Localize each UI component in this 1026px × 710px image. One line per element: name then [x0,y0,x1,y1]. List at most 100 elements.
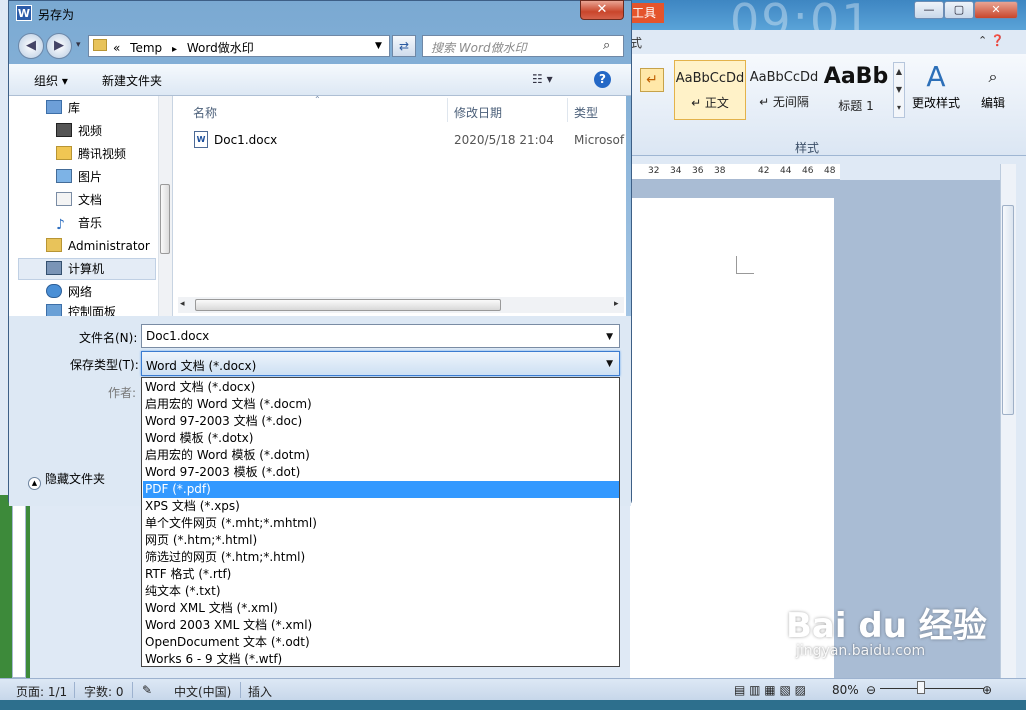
filetype-option[interactable]: 筛选过的网页 (*.htm;*.html) [143,549,619,566]
nav-item-administrator[interactable]: Administrator [46,235,150,257]
horizontal-scroll-thumb[interactable] [195,299,501,311]
filetype-option[interactable]: Word 97-2003 文档 (*.doc) [143,413,619,430]
address-dropdown-icon[interactable]: ▼ [375,41,382,51]
style-normal[interactable]: AaBbCcDd ↵ 正文 [674,60,746,120]
filetype-option[interactable]: Word 文档 (*.docx) [143,379,619,396]
filename-field[interactable]: Doc1.docx ▼ [141,324,620,348]
maximize-button[interactable]: ▢ [944,1,974,19]
margin-corner-mark [736,256,754,274]
filetype-option[interactable]: Word 97-2003 模板 (*.dot) [143,464,619,481]
breadcrumb-temp[interactable]: Temp [130,41,162,55]
filetype-option[interactable]: 单个文件网页 (*.mht;*.mhtml) [143,515,619,532]
change-styles-icon: A [926,60,946,93]
recent-pages-icon[interactable]: ▾ [76,40,81,50]
zoom-slider-thumb[interactable] [917,681,925,694]
refresh-button[interactable]: ⇄ [392,35,416,57]
nav-item-pictures[interactable]: 图片 [56,166,102,188]
organize-button[interactable]: 组织 ▾ [34,72,68,89]
nav-scroll-thumb[interactable] [160,184,170,254]
zoom-in-icon[interactable]: ⊕ [982,683,992,697]
filetype-option[interactable]: 网页 (*.htm;*.html) [143,532,619,549]
styles-scroll-icon[interactable]: ▲ ▼ ▾ [893,62,905,118]
address-bar[interactable]: « Temp ▸ Word做水印 ▼ [88,35,390,57]
vertical-scroll-thumb[interactable] [1002,205,1014,415]
nav-item-video[interactable]: 视频 [56,120,102,142]
search-input[interactable]: 搜索 Word做水印 ⌕ [422,35,624,57]
view-options-icon[interactable]: ☷ ▾ [532,72,553,86]
view-buttons-icon[interactable]: ▤ ▥ ▦ ▧ ▨ [734,683,806,697]
breadcrumb-separator-icon[interactable]: ▸ [172,44,177,55]
nav-item-network[interactable]: 网络 [46,281,92,303]
zoom-slider[interactable] [880,688,984,689]
filetype-option[interactable]: Word 模板 (*.dotx) [143,430,619,447]
search-icon[interactable]: ⌕ [603,38,610,53]
filetype-option[interactable]: 纯文本 (*.txt) [143,583,619,600]
style-no-spacing[interactable]: AaBbCcDd ↵ 无间隔 [748,60,820,120]
breadcrumb-overflow[interactable]: « [113,41,120,55]
style-preview: AaBbCcDd [675,71,745,86]
style-caption: ↵ 无间隔 [759,95,809,109]
tools-tab[interactable]: 工具 [630,3,664,23]
column-header-type[interactable]: 类型 [574,104,598,121]
help-icon[interactable]: ? [594,71,611,88]
column-divider[interactable] [567,98,568,122]
filetype-option[interactable]: XPS 文档 (*.xps) [143,498,619,515]
filetype-option[interactable]: Word 2003 XML 文档 (*.xml) [143,617,619,634]
collapse-icon: ▲ [28,477,41,490]
hide-folders-button[interactable]: ▲ 隐藏文件夹 [28,470,105,490]
nav-item-label: 文档 [78,193,103,207]
zoom-level[interactable]: 80% [832,683,859,697]
filetype-option[interactable]: OpenDocument 文本 (*.odt) [143,634,619,651]
author-label: 作者: [108,386,137,400]
filetype-option[interactable]: RTF 格式 (*.rtf) [143,566,619,583]
control-panel-icon [46,304,62,316]
filetype-option[interactable]: Word XML 文档 (*.xml) [143,600,619,617]
column-divider[interactable] [447,98,448,122]
language[interactable]: 中文(中国) [174,683,231,700]
edit-button[interactable]: ⌕ 编辑 [970,60,1016,130]
nav-item-tencent-video[interactable]: 腾讯视频 [56,143,126,165]
word-document-icon: W [194,131,208,148]
breadcrumb-current[interactable]: Word做水印 [187,41,254,55]
status-bar: 页面: 1/1 字数: 0 ✎ 中文(中国) 插入 ▤ ▥ ▦ ▧ ▨ 80% … [0,678,1026,700]
nav-item-label: Administrator [68,239,150,253]
chevron-down-icon[interactable]: ▼ [606,359,613,369]
file-modified: 2020/5/18 21:04 [454,133,554,147]
change-styles-button[interactable]: A 更改样式 [908,60,964,130]
column-header-modified[interactable]: 修改日期 [454,104,502,121]
style-preview: AaBb [823,64,889,89]
scroll-left-icon[interactable]: ◂ [180,299,185,309]
zoom-out-icon[interactable]: ⊖ [866,683,876,697]
filetype-option[interactable]: 启用宏的 Word 文档 (*.docm) [143,396,619,413]
column-header-name[interactable]: 名称 [193,104,217,121]
filetype-select[interactable]: Word 文档 (*.docx) ▼ [141,351,620,376]
page-count[interactable]: 页面: 1/1 [16,683,67,700]
new-folder-button[interactable]: 新建文件夹 [102,72,162,89]
nav-item-library[interactable]: 库 [46,97,80,119]
scroll-right-icon[interactable]: ▸ [614,299,619,309]
style-heading-1[interactable]: AaBb 标题 1 [820,60,892,120]
nav-item-control-panel[interactable]: 控制面板 [46,304,116,316]
chevron-down-icon[interactable]: ▼ [606,332,613,342]
insert-mode[interactable]: 插入 [248,683,272,700]
word-count[interactable]: 字数: 0 [84,683,124,700]
dialog-close-button[interactable]: ✕ [580,0,624,20]
back-icon[interactable]: ◀ [18,33,44,59]
nav-item-label: 腾讯视频 [78,147,127,161]
filetype-option[interactable]: Works 6 - 9 文档 (*.wtf) [143,651,619,668]
ribbon-collapse-icon[interactable]: ⌃ ❓ [978,34,1004,47]
nav-item-computer[interactable]: 计算机 [46,258,104,280]
nav-item-label: 音乐 [78,216,103,230]
forward-icon[interactable]: ▶ [46,33,72,59]
filetype-option[interactable]: 启用宏的 Word 模板 (*.dotm) [143,447,619,464]
style-caption: 标题 1 [838,99,874,113]
word-close-button[interactable]: ✕ [974,1,1018,19]
nav-item-music[interactable]: ♪ 音乐 [56,212,102,234]
nav-item-label: 网络 [68,285,93,299]
baidu-logo: Bai du 经验 [786,606,987,646]
filetype-option[interactable]: PDF (*.pdf) [143,481,619,498]
paragraph-mark-icon[interactable]: ↵ [640,68,664,92]
minimize-button[interactable]: — [914,1,944,19]
proofing-icon[interactable]: ✎ [142,683,152,697]
nav-item-documents[interactable]: 文档 [56,189,102,211]
